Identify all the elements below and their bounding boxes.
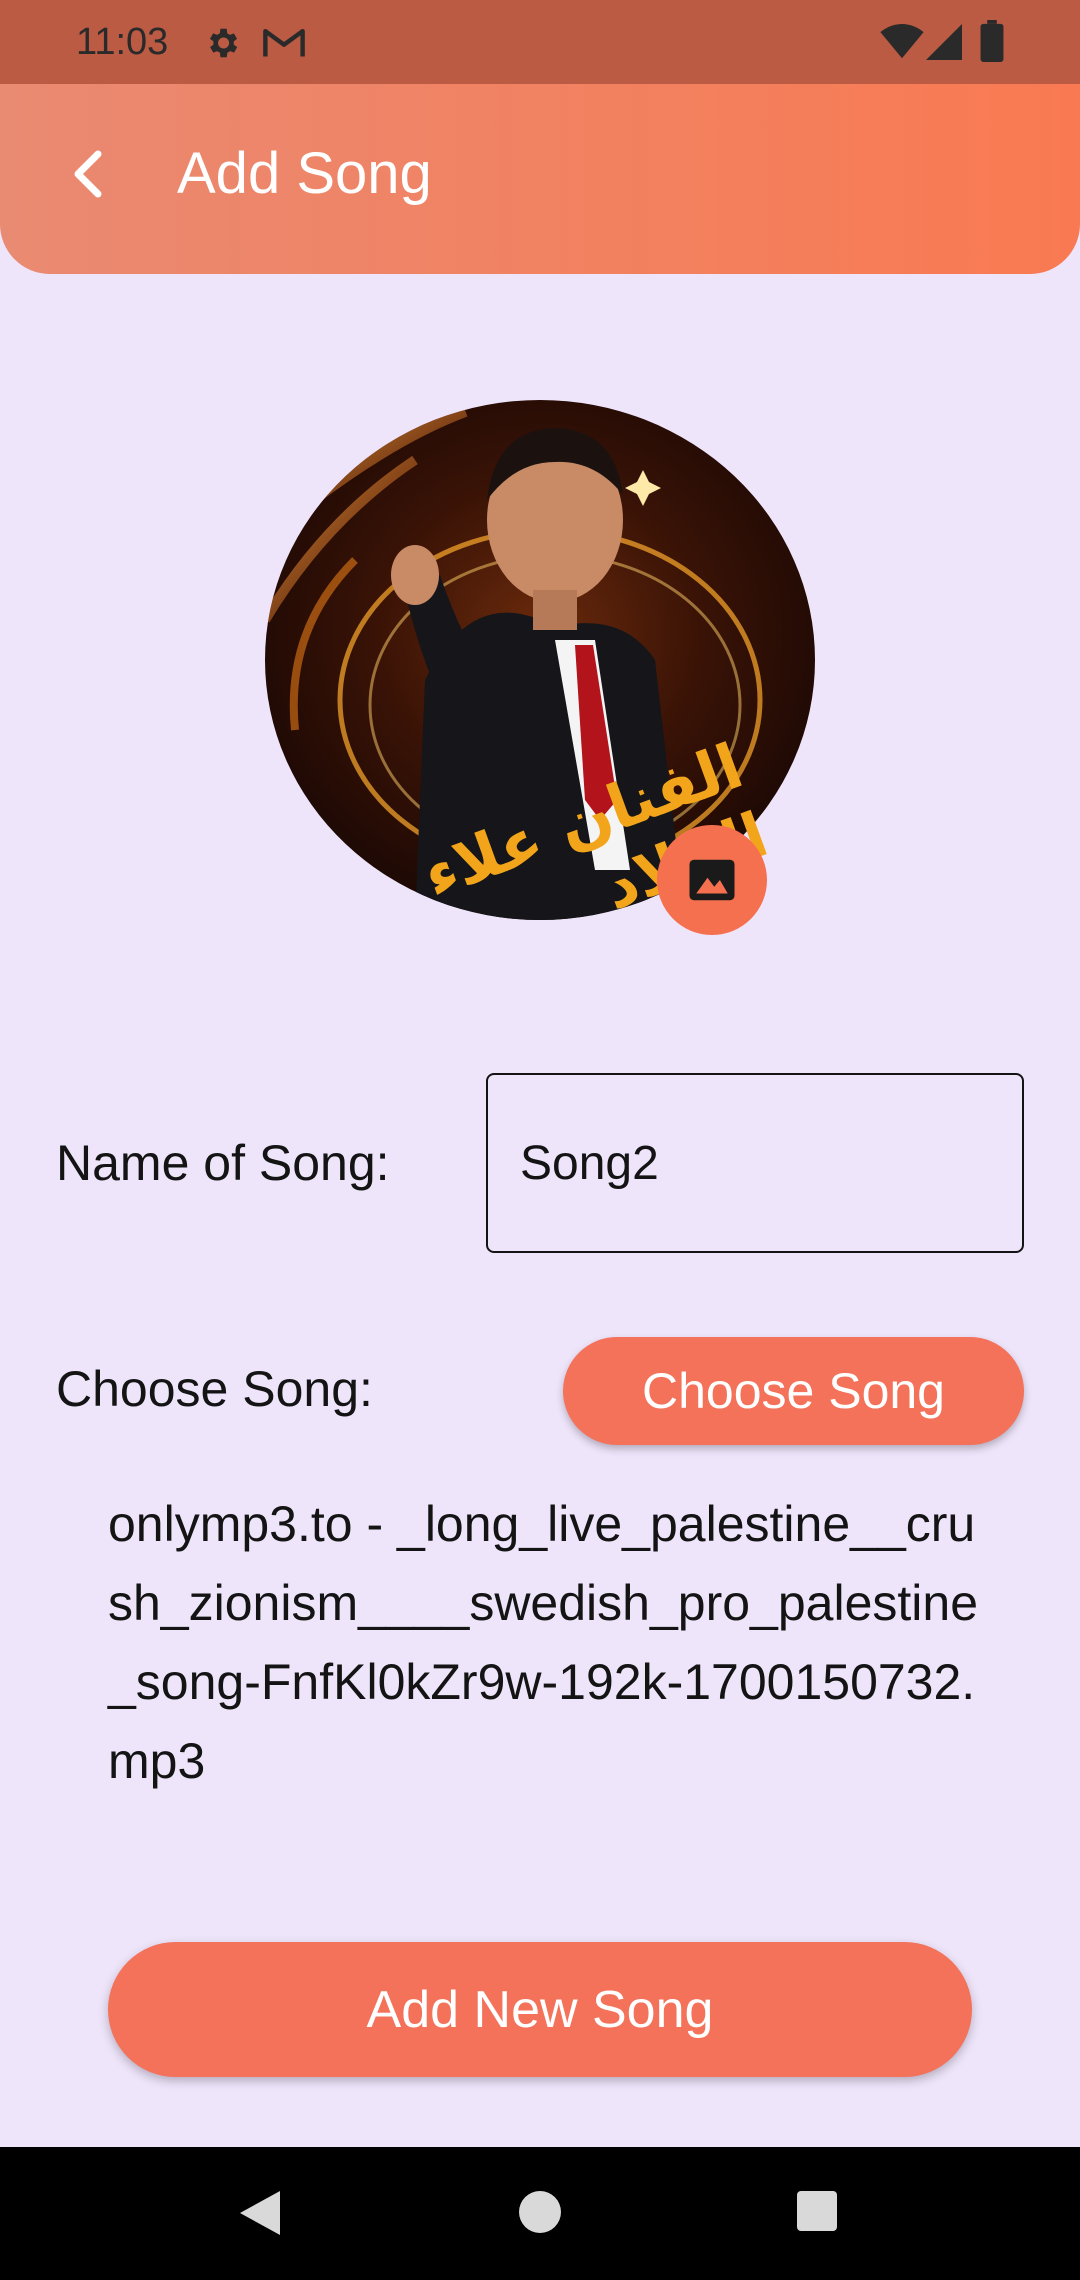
choose-song-button[interactable]: Choose Song (563, 1337, 1024, 1445)
home-circle-icon[interactable] (519, 2191, 561, 2233)
gmail-icon (263, 28, 305, 57)
signal-icon (926, 24, 962, 60)
navigation-bar (0, 2147, 1080, 2280)
add-new-song-button[interactable]: Add New Song (108, 1942, 972, 2077)
song-name-input[interactable] (486, 1073, 1024, 1253)
gear-icon (209, 28, 238, 58)
wifi-icon (880, 24, 924, 59)
choose-song-label: Choose Song: (56, 1361, 373, 1417)
page-title: Add Song (177, 141, 432, 206)
pick-image-button[interactable] (657, 825, 767, 935)
status-bar: 11:03 (0, 0, 1080, 84)
selected-file-name: onlymp3.to - _long_live_palestine__crush… (108, 1496, 978, 1789)
chevron-left-icon (74, 150, 102, 198)
back-button[interactable] (50, 134, 130, 214)
song-cover: الفنان علاء الجلاد (265, 400, 815, 935)
status-time: 11:03 (76, 21, 169, 63)
back-triangle-icon[interactable] (238, 2189, 282, 2237)
recents-square-icon[interactable] (797, 2191, 837, 2231)
app-bar: Add Song (0, 84, 1080, 274)
image-icon (689, 859, 735, 901)
battery-icon (980, 20, 1004, 62)
song-name-label: Name of Song: (56, 1135, 390, 1191)
